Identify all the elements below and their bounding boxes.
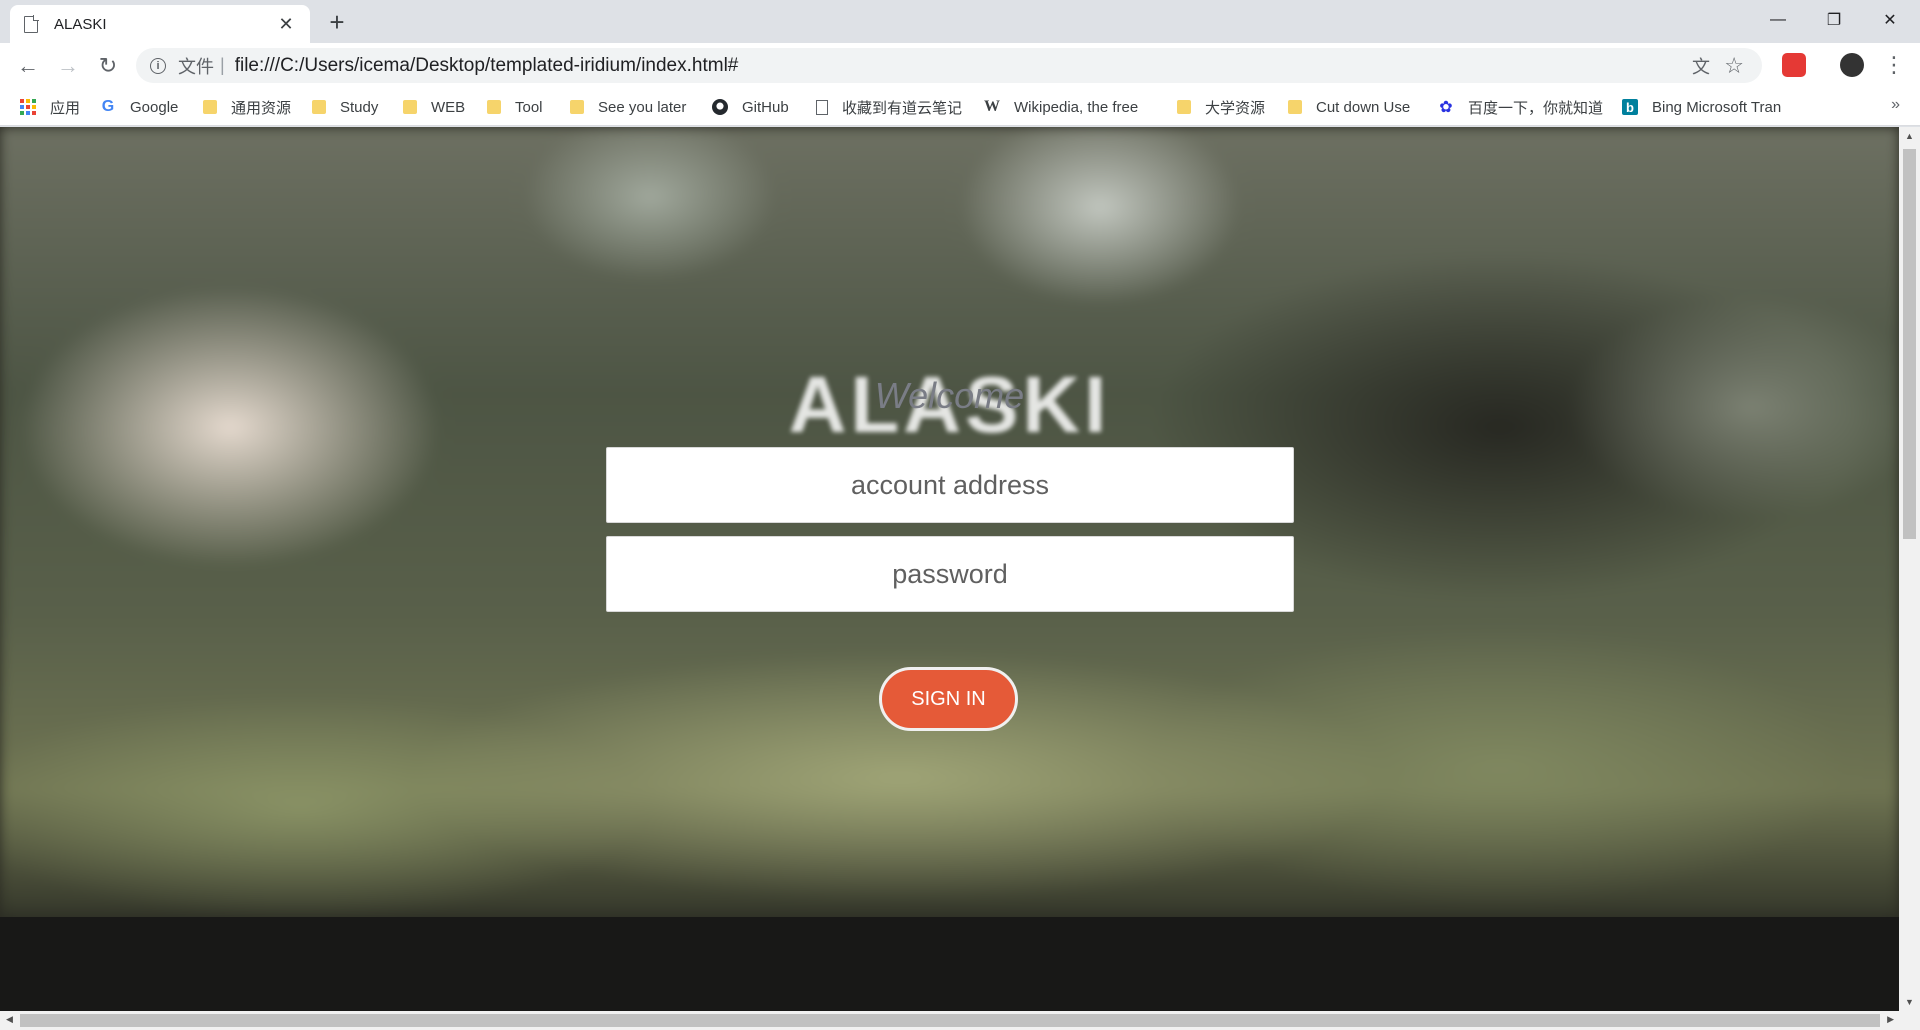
- tab-strip: ALASKI ✕ + — ❐ ✕: [0, 0, 1920, 43]
- address-bar[interactable]: i 文件 | file:///C:/Users/icema/Desktop/te…: [136, 48, 1762, 83]
- vertical-scroll-thumb[interactable]: [1903, 149, 1916, 539]
- vertical-scrollbar[interactable]: ▲ ▼: [1899, 127, 1920, 1011]
- scroll-left-icon[interactable]: ◀: [6, 1014, 13, 1025]
- extension-icon[interactable]: [1782, 53, 1806, 77]
- scroll-down-icon[interactable]: ▼: [1905, 997, 1914, 1007]
- page-footer: [0, 917, 1899, 1011]
- translate-icon[interactable]: 文: [1692, 53, 1710, 79]
- scroll-up-icon[interactable]: ▲: [1905, 131, 1914, 141]
- bookmarks-bar: 应用 G Google 通用资源 Study WEB Tool See you …: [0, 88, 1920, 126]
- close-window-button[interactable]: ✕: [1862, 0, 1918, 40]
- bookmark-folder-study[interactable]: Study: [312, 96, 378, 118]
- bookmark-google[interactable]: G Google: [100, 96, 179, 118]
- bookmark-wikipedia[interactable]: W Wikipedia, the free: [984, 96, 1152, 118]
- scheme-label: 文件: [178, 56, 214, 77]
- bookmark-label: 大学资源: [1205, 99, 1266, 117]
- bookmark-label: See you later: [598, 98, 687, 116]
- folder-icon: [1288, 100, 1302, 114]
- bookmark-youdao[interactable]: 收藏到有道云笔记: [816, 96, 962, 118]
- welcome-heading: Welcome: [874, 375, 1025, 416]
- horizontal-scroll-thumb[interactable]: [20, 1014, 1880, 1027]
- github-icon: [712, 99, 728, 115]
- folder-icon: [487, 100, 501, 114]
- bookmark-label: Bing Microsoft Tran: [1652, 98, 1782, 116]
- browser-menu-icon[interactable]: ⋮: [1882, 51, 1906, 81]
- bookmark-github[interactable]: GitHub: [712, 96, 789, 118]
- bookmark-label: Google: [130, 98, 179, 116]
- account-field[interactable]: account address: [606, 447, 1294, 523]
- sign-in-label: SIGN IN: [911, 687, 986, 710]
- folder-icon: [1177, 100, 1191, 114]
- bookmark-label: Study: [340, 98, 379, 116]
- close-tab-icon[interactable]: ✕: [276, 14, 296, 34]
- tab-alaski[interactable]: ALASKI ✕: [10, 5, 310, 43]
- forward-button[interactable]: →: [52, 50, 84, 82]
- bing-icon: b: [1622, 99, 1638, 115]
- bookmark-apps[interactable]: 应用: [20, 96, 80, 118]
- account-placeholder: account address: [850, 469, 1050, 500]
- bookmark-folder-see-you-later[interactable]: See you later: [570, 96, 686, 118]
- new-tab-button[interactable]: +: [322, 8, 352, 38]
- bookmark-label: GitHub: [742, 98, 789, 116]
- info-icon[interactable]: i: [150, 57, 166, 74]
- maximize-button[interactable]: ❐: [1806, 0, 1862, 40]
- bookmark-folder-general[interactable]: 通用资源: [203, 96, 291, 118]
- profile-avatar-icon[interactable]: [1840, 53, 1864, 77]
- folder-icon: [203, 100, 217, 114]
- sign-in-button[interactable]: SIGN IN: [879, 667, 1018, 731]
- url-text[interactable]: file:///C:/Users/icema/Desktop/templated…: [235, 55, 739, 77]
- bookmark-label: Cut down Use: [1316, 98, 1411, 116]
- bookmark-label: 应用: [50, 99, 81, 117]
- page-viewport: ALASKI Welcome account address password …: [0, 127, 1899, 1011]
- bookmark-folder-web[interactable]: WEB: [403, 96, 465, 118]
- folder-icon: [570, 100, 584, 114]
- bookmark-label: 收藏到有道云笔记: [842, 99, 963, 117]
- apps-icon: [20, 99, 36, 115]
- document-icon: [24, 14, 39, 33]
- bookmark-bing[interactable]: b Bing Microsoft Tran: [1622, 96, 1792, 118]
- browser-toolbar: ← → ↻ i 文件 | file:///C:/Users/icema/Desk…: [0, 43, 1920, 88]
- scheme-separator: |: [220, 55, 225, 75]
- bookmark-label: 百度一下，你就知道: [1468, 99, 1604, 117]
- bookmark-folder-university[interactable]: 大学资源: [1177, 96, 1265, 118]
- bookmark-baidu[interactable]: ✿ 百度一下，你就知道: [1438, 96, 1603, 118]
- password-field[interactable]: password: [606, 536, 1294, 612]
- bookmark-label: WEB: [431, 98, 466, 116]
- bookmark-star-icon[interactable]: ☆: [1724, 53, 1744, 79]
- bookmark-folder-tool[interactable]: Tool: [487, 96, 543, 118]
- reload-button[interactable]: ↻: [92, 50, 124, 82]
- password-placeholder: password: [892, 558, 1008, 589]
- bookmark-label: Tool: [515, 98, 543, 116]
- bookmark-label: Wikipedia, the free: [1014, 98, 1139, 116]
- bookmarks-overflow-icon[interactable]: »: [1891, 96, 1900, 114]
- folder-icon: [312, 100, 326, 114]
- baidu-icon: ✿: [1439, 99, 1453, 116]
- bookmark-folder-cut-down[interactable]: Cut down Use: [1288, 96, 1410, 118]
- tab-title: ALASKI: [54, 15, 107, 33]
- google-icon: G: [101, 98, 115, 115]
- minimize-button[interactable]: —: [1750, 0, 1806, 40]
- bookmark-label: 通用资源: [231, 99, 292, 117]
- wikipedia-icon: W: [984, 98, 1000, 115]
- back-button[interactable]: ←: [12, 50, 44, 82]
- scroll-right-icon[interactable]: ▶: [1887, 1014, 1894, 1025]
- document-icon: [816, 99, 828, 115]
- folder-icon: [403, 100, 417, 114]
- horizontal-scrollbar[interactable]: ◀ ▶: [0, 1011, 1920, 1030]
